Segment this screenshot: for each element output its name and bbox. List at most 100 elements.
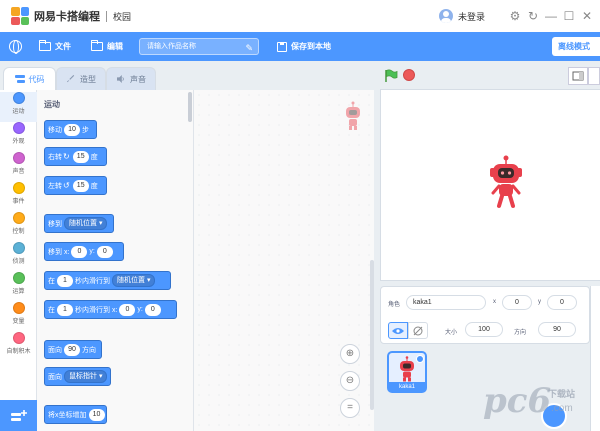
edit-menu[interactable]: 编辑 bbox=[91, 40, 123, 52]
user-avatar-icon[interactable] bbox=[438, 9, 453, 23]
block-goto[interactable]: 移到 随机位置 bbox=[44, 214, 114, 233]
sprite-card[interactable]: kaka1 bbox=[387, 351, 427, 393]
language-globe-icon[interactable] bbox=[9, 40, 22, 54]
category-dot-icon bbox=[12, 242, 25, 254]
category-variables[interactable]: 变量 bbox=[0, 302, 37, 332]
category-motion[interactable]: 运动 bbox=[0, 92, 37, 122]
y-input[interactable]: 0 bbox=[547, 295, 577, 310]
category-label: 外观 bbox=[12, 139, 25, 145]
add-extension-icon bbox=[10, 409, 27, 421]
speaker-icon bbox=[117, 75, 124, 83]
block-dropdown[interactable]: 随机位置 bbox=[112, 274, 156, 287]
watermark-small-text: 下载站 bbox=[548, 389, 576, 399]
palette-scrollbar[interactable] bbox=[188, 92, 192, 122]
app-title: 网易卡搭编程 bbox=[34, 11, 100, 23]
block-input[interactable]: 0 bbox=[71, 245, 88, 258]
tab-code[interactable]: 代码 bbox=[3, 67, 56, 90]
block-input[interactable]: 1 bbox=[57, 303, 73, 316]
delete-sprite-icon[interactable] bbox=[416, 355, 424, 363]
block-input[interactable]: 10 bbox=[88, 408, 105, 421]
add-extension-button[interactable] bbox=[0, 400, 37, 431]
block-input[interactable]: 0 bbox=[96, 245, 113, 258]
offline-mode-button[interactable]: 离线模式 bbox=[552, 37, 600, 56]
refresh-icon[interactable]: ↻ bbox=[524, 9, 542, 23]
block-goto-xy[interactable]: 移到 x: 0 y: 0 bbox=[44, 242, 124, 261]
block-turn-right[interactable]: 右转 ↻ 15 度 bbox=[44, 147, 107, 166]
block-text: 移到 bbox=[48, 220, 62, 228]
hide-sprite-button[interactable] bbox=[408, 322, 428, 339]
size-input[interactable]: 100 bbox=[465, 322, 503, 337]
block-text: 在 bbox=[48, 306, 55, 314]
zoom-reset-button[interactable]: = bbox=[340, 398, 360, 418]
block-glide-to[interactable]: 在 1 秒内滑行到 随机位置 bbox=[44, 271, 171, 290]
category-sound[interactable]: 声音 bbox=[0, 152, 37, 182]
maximize-icon[interactable]: ☐ bbox=[560, 9, 578, 23]
block-text: 方向 bbox=[82, 346, 96, 354]
show-sprite-button[interactable] bbox=[388, 322, 408, 339]
block-text: 面向 bbox=[48, 346, 62, 354]
zoom-in-icon: ⊕ bbox=[345, 348, 355, 359]
stop-icon[interactable] bbox=[403, 69, 415, 81]
category-label: 运算 bbox=[12, 289, 25, 295]
category-events[interactable]: 事件 bbox=[0, 182, 37, 212]
block-input[interactable]: 15 bbox=[72, 179, 89, 192]
green-flag-icon[interactable] bbox=[384, 69, 398, 83]
file-menu[interactable]: 文件 bbox=[39, 40, 71, 52]
small-stage-button[interactable] bbox=[568, 67, 588, 85]
block-point-towards[interactable]: 面向 鼠标指针 bbox=[44, 367, 111, 386]
category-label: 控制 bbox=[12, 229, 25, 235]
sprite-name-input[interactable]: kaka1 bbox=[406, 295, 486, 310]
block-text: 面向 bbox=[48, 373, 62, 381]
category-dot-icon bbox=[12, 332, 25, 344]
block-input[interactable]: 90 bbox=[64, 343, 80, 356]
save-local-button[interactable]: 保存到本地 bbox=[277, 32, 331, 61]
zoom-out-button[interactable]: ⊖ bbox=[340, 371, 360, 391]
category-control[interactable]: 控制 bbox=[0, 212, 37, 242]
x-input[interactable]: 0 bbox=[502, 295, 532, 310]
block-change-x[interactable]: 将x坐标增加 10 bbox=[44, 405, 107, 424]
editor-tabs: 代码 造型 声音 bbox=[0, 61, 380, 90]
zoom-in-button[interactable]: ⊕ bbox=[340, 344, 360, 364]
robot-sprite[interactable] bbox=[488, 155, 524, 209]
block-text: 左转 bbox=[48, 182, 62, 190]
block-text: 秒内滑行到 bbox=[75, 277, 110, 285]
menu-bar: 文件 编辑 请输入作品名称 ✎ 保存到本地 离线模式 bbox=[0, 32, 600, 61]
stage[interactable] bbox=[380, 89, 600, 281]
block-turn-left[interactable]: 左转 ↺ 15 度 bbox=[44, 176, 107, 195]
block-input[interactable]: 15 bbox=[72, 150, 89, 163]
block-move-steps[interactable]: 移动 10 步 bbox=[44, 120, 97, 139]
project-name-input[interactable]: 请输入作品名称 ✎ bbox=[139, 38, 259, 55]
category-sensing[interactable]: 侦测 bbox=[0, 242, 37, 272]
settings-gear-icon[interactable]: ⚙ bbox=[506, 9, 524, 23]
block-text: 将x坐标增加 bbox=[48, 411, 87, 419]
block-dropdown[interactable]: 随机位置 bbox=[64, 217, 108, 230]
direction-input[interactable]: 90 bbox=[538, 322, 576, 337]
block-point-direction[interactable]: 面向 90 方向 bbox=[44, 340, 102, 359]
tab-costume[interactable]: 造型 bbox=[56, 67, 106, 90]
campus-link[interactable]: 校园 bbox=[113, 10, 131, 23]
folder-icon bbox=[39, 40, 51, 51]
block-dropdown[interactable]: 鼠标指针 bbox=[64, 370, 108, 383]
folder-icon bbox=[91, 40, 103, 51]
block-input[interactable]: 0 bbox=[144, 303, 161, 316]
category-looks[interactable]: 外观 bbox=[0, 122, 37, 152]
login-link[interactable]: 未登录 bbox=[458, 10, 485, 23]
category-label: 自制积木 bbox=[6, 349, 31, 355]
minimize-icon[interactable]: — bbox=[542, 9, 560, 23]
category-label: 侦测 bbox=[12, 259, 25, 265]
category-operators[interactable]: 运算 bbox=[0, 272, 37, 302]
block-input[interactable]: 10 bbox=[64, 123, 80, 136]
scripts-scrollbar[interactable] bbox=[370, 260, 374, 410]
large-stage-button[interactable] bbox=[588, 67, 600, 85]
block-input[interactable]: 1 bbox=[57, 274, 73, 287]
category-label: 声音 bbox=[12, 169, 25, 175]
block-input[interactable]: 0 bbox=[119, 303, 136, 316]
block-glide-to-xy[interactable]: 在 1 秒内滑行到 x: 0 y: 0 bbox=[44, 300, 177, 319]
zoom-out-icon: ⊖ bbox=[345, 375, 355, 386]
tab-sound[interactable]: 声音 bbox=[106, 67, 156, 90]
category-dot-icon bbox=[12, 92, 25, 104]
block-text: 在 bbox=[48, 277, 55, 285]
category-my-blocks[interactable]: 自制积木 bbox=[0, 332, 37, 362]
pencil-icon: ✎ bbox=[245, 43, 253, 53]
close-icon[interactable]: ✕ bbox=[578, 9, 596, 23]
